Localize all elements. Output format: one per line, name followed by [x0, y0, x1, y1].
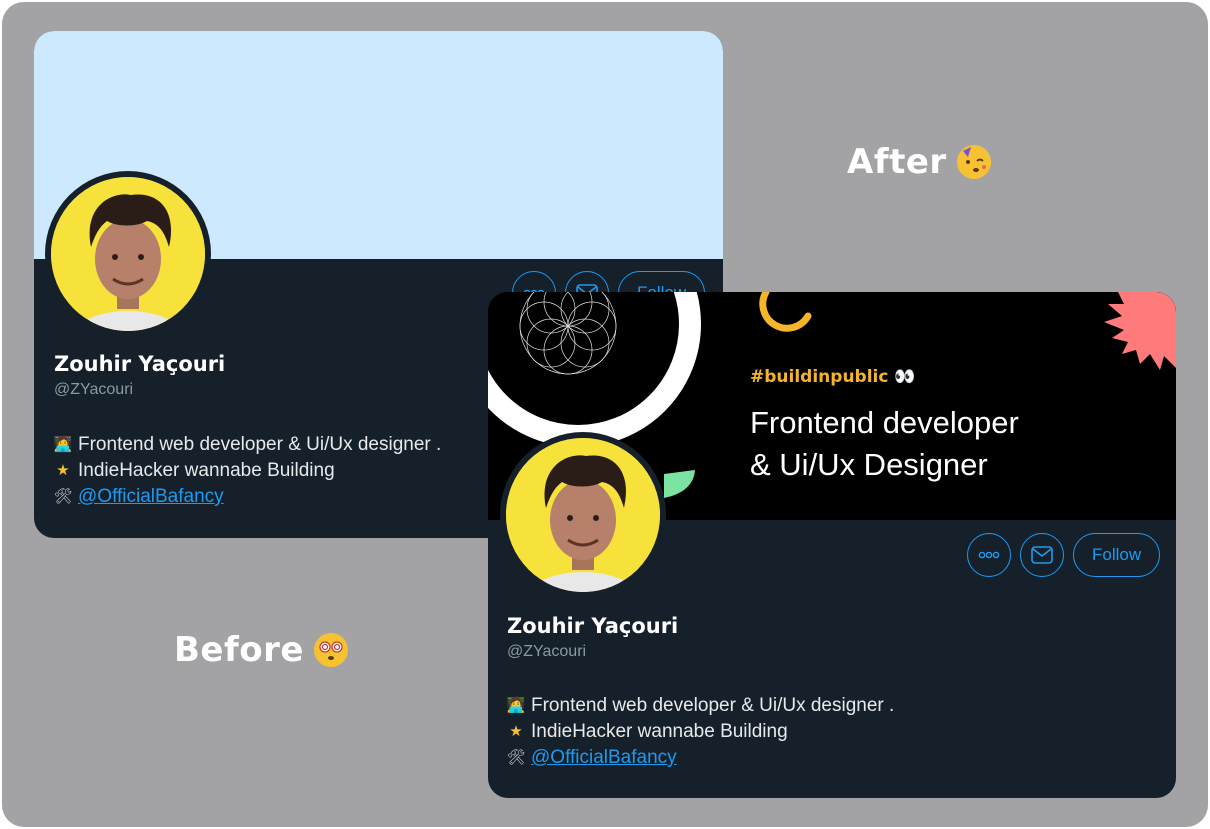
technologist-icon: 🧑‍💻 [53, 436, 73, 453]
more-options-button[interactable] [967, 533, 1011, 577]
star-icon: ★ [56, 462, 70, 479]
bafancy-link[interactable]: @OfficialBafancy [531, 745, 677, 771]
bio-line: 🛠 @OfficialBafancy [506, 745, 894, 771]
profile-handle: @ZYacouri [507, 643, 587, 660]
bio-line: ★ IndieHacker wannabe Building [54, 458, 441, 484]
after-caption: After [847, 142, 991, 182]
technologist-icon: 🧑‍💻 [506, 697, 526, 714]
profile-bio: 🧑‍💻 Frontend web developer & Ui/Ux desig… [53, 432, 442, 510]
profile-name: Zouhir Yaçouri [54, 352, 226, 376]
bio-text: Frontend web developer & Ui/Ux designer … [531, 695, 895, 716]
before-caption: Before [174, 630, 348, 670]
before-label: Before [174, 630, 304, 670]
after-profile-card: #buildinpublic 👀 Frontend developer & Ui… [488, 292, 1176, 798]
profile-handle: @ZYacouri [54, 381, 134, 398]
hashtag-text: #buildinpublic [750, 367, 889, 387]
partying-face-icon [956, 145, 991, 179]
follow-button[interactable]: Follow [1073, 533, 1161, 577]
headline-line-1: Frontend developer [750, 405, 1019, 440]
avatar-photo [506, 438, 660, 592]
bafancy-link[interactable]: @OfficialBafancy [78, 484, 224, 510]
hammer-wrench-icon: 🛠 [506, 749, 526, 766]
profile-bio: 🧑‍💻 Frontend web developer & Ui/Ux desig… [506, 693, 895, 771]
mail-icon [1031, 546, 1053, 564]
profile-name: Zouhir Yaçouri [507, 614, 679, 638]
after-action-buttons: Follow [967, 533, 1161, 577]
bio-line: 🛠 @OfficialBafancy [53, 484, 441, 510]
bio-line: 🧑‍💻 Frontend web developer & Ui/Ux desig… [53, 432, 442, 458]
more-icon [978, 551, 1000, 559]
bio-text: IndieHacker wannabe Building [531, 721, 788, 742]
bio-text: IndieHacker wannabe Building [78, 460, 335, 481]
dizzy-face-icon [313, 633, 348, 667]
headline-line-2: & Ui/Ux Designer [750, 447, 988, 482]
before-avatar[interactable] [45, 171, 211, 337]
eyes-icon: 👀 [894, 367, 916, 387]
comparison-canvas: After Before [2, 2, 1208, 827]
avatar-photo [51, 177, 205, 331]
banner-headline: Frontend developer & Ui/Ux Designer [750, 402, 1019, 486]
hammer-wrench-icon: 🛠 [53, 488, 73, 505]
after-avatar[interactable] [500, 432, 666, 598]
banner-hashtag: #buildinpublic 👀 [750, 367, 916, 387]
bio-line: ★ IndieHacker wannabe Building [507, 719, 894, 745]
after-label: After [847, 142, 947, 182]
bio-text: Frontend web developer & Ui/Ux designer … [78, 434, 442, 455]
message-button[interactable] [1020, 533, 1064, 577]
star-icon: ★ [509, 723, 523, 740]
bio-line: 🧑‍💻 Frontend web developer & Ui/Ux desig… [506, 693, 895, 719]
